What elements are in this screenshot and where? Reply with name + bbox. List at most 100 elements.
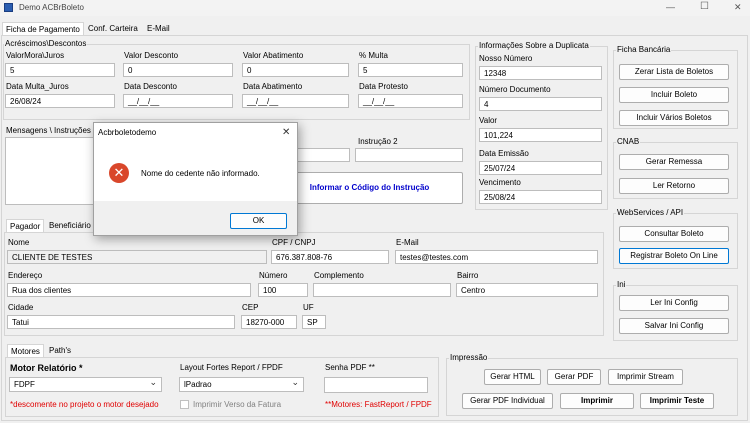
- cidade-label: Cidade: [8, 303, 34, 312]
- complemento-input[interactable]: [313, 283, 451, 297]
- ler-retorno-button[interactable]: Ler Retorno: [619, 178, 729, 194]
- data-protesto-label: Data Protesto: [359, 82, 408, 91]
- cnab-title: CNAB: [616, 137, 641, 146]
- registrar-boleto-button[interactable]: Registrar Boleto On Line: [619, 248, 729, 264]
- layout-select-value: lPadrao: [184, 380, 212, 389]
- bairro-input[interactable]: Centro: [456, 283, 598, 297]
- imprimir-button[interactable]: Imprimir: [560, 393, 634, 409]
- layout-select[interactable]: lPadrao ⌄: [179, 377, 304, 392]
- vencimento-label: Vencimento: [479, 178, 521, 187]
- senha-label: Senha PDF **: [325, 363, 375, 372]
- dialog-message: Nome do cedente não informado.: [141, 169, 260, 178]
- valor-abatimento-input[interactable]: 0: [242, 63, 349, 77]
- numero-label: Número: [259, 271, 288, 280]
- uf-label: UF: [303, 303, 314, 312]
- instrucao2-label: Instrução 2: [358, 137, 398, 146]
- data-abatimento-input[interactable]: __/__/__: [242, 94, 349, 108]
- cpf-input[interactable]: 676.387.808-76: [271, 250, 389, 264]
- numero-input[interactable]: 100: [258, 283, 308, 297]
- endereco-label: Endereço: [8, 271, 43, 280]
- app-icon: [4, 3, 13, 12]
- mensagens-label: Mensagens \ Instruções: [6, 126, 91, 135]
- data-multa-input[interactable]: 26/08/24: [5, 94, 115, 108]
- motor-note: *descomente no projeto o motor desejado: [10, 400, 159, 409]
- incluir-varios-button[interactable]: Incluir Vários Boletos: [619, 110, 729, 126]
- imprimir-verso-checkbox[interactable]: [180, 400, 189, 409]
- imprimir-teste-button[interactable]: Imprimir Teste: [640, 393, 714, 409]
- imprimir-stream-button[interactable]: Imprimir Stream: [608, 369, 683, 385]
- valor-mora-label: ValorMora\Juros: [6, 51, 65, 60]
- valor-label: Valor: [479, 116, 498, 125]
- maximize-icon[interactable]: ☐: [700, 1, 709, 12]
- vencimento-input[interactable]: 25/08/24: [479, 190, 602, 204]
- complemento-label: Complemento: [314, 271, 364, 280]
- numero-documento-input[interactable]: 4: [479, 97, 602, 111]
- cep-label: CEP: [242, 303, 259, 312]
- senha-note: **Motores: FastReport / FPDF: [325, 400, 432, 409]
- layout-label: Layout Fortes Report / FPDF: [180, 363, 283, 372]
- uf-input[interactable]: SP: [302, 315, 326, 329]
- gerar-remessa-button[interactable]: Gerar Remessa: [619, 154, 729, 170]
- gerar-html-button[interactable]: Gerar HTML: [484, 369, 541, 385]
- dialog-ok-button[interactable]: OK: [230, 213, 287, 229]
- nome-input[interactable]: CLIENTE DE TESTES: [7, 250, 267, 264]
- valor-abatimento-label: Valor Abatimento: [243, 51, 304, 60]
- tab-conf-carteira[interactable]: Conf. Carteira: [85, 22, 141, 35]
- data-desconto-label: Data Desconto: [124, 82, 177, 91]
- multa-label: % Multa: [359, 51, 388, 60]
- imprimir-verso-label: Imprimir Verso da Fatura: [193, 400, 282, 409]
- tab-motores[interactable]: Motores: [7, 344, 44, 357]
- tab-beneficiario[interactable]: Beneficiário: [46, 219, 94, 232]
- cidade-input[interactable]: Tatui: [7, 315, 235, 329]
- data-protesto-input[interactable]: __/__/__: [358, 94, 463, 108]
- consultar-boleto-button[interactable]: Consultar Boleto: [619, 226, 729, 242]
- email-label: E-Mail: [396, 238, 419, 247]
- tab-ficha-pagamento[interactable]: Ficha de Pagamento: [2, 22, 84, 35]
- error-dialog: Acbrboletodemo ✕ ✕ Nome do cedente não i…: [93, 122, 298, 236]
- gerar-pdf-individual-button[interactable]: Gerar PDF Individual: [462, 393, 553, 409]
- nosso-numero-input[interactable]: 12348: [479, 66, 602, 80]
- multa-input[interactable]: 5: [358, 63, 463, 77]
- gerar-pdf-button[interactable]: Gerar PDF: [547, 369, 601, 385]
- title-bar: Demo ACBrBoleto — ☐ ✕: [0, 0, 750, 16]
- data-emissao-input[interactable]: 25/07/24: [479, 161, 602, 175]
- chevron-down-icon: ⌄: [149, 377, 157, 387]
- chevron-down-icon: ⌄: [291, 377, 299, 387]
- zerar-lista-button[interactable]: Zerar Lista de Boletos: [619, 64, 729, 80]
- tab-email[interactable]: E-Mail: [144, 22, 173, 35]
- senha-input[interactable]: [324, 377, 428, 393]
- valor-input[interactable]: 101,224: [479, 128, 602, 142]
- impressao-title: Impressão: [449, 353, 489, 362]
- webservices-title: WebServices / API: [616, 208, 685, 217]
- cep-input[interactable]: 18270-000: [241, 315, 297, 329]
- valor-mora-input[interactable]: 5: [5, 63, 115, 77]
- close-icon[interactable]: ✕: [734, 2, 742, 13]
- tab-pagador[interactable]: Pagador: [6, 219, 45, 232]
- informar-instrucao-button[interactable]: Informar o Código do Instrução: [276, 172, 463, 204]
- endereco-input[interactable]: Rua dos clientes: [7, 283, 251, 297]
- incluir-boleto-button[interactable]: Incluir Boleto: [619, 87, 729, 103]
- motor-select[interactable]: FDPF ⌄: [9, 377, 162, 392]
- window-title: Demo ACBrBoleto: [19, 3, 84, 12]
- ler-ini-button[interactable]: Ler Ini Config: [619, 295, 729, 311]
- acrescimos-title: Acréscimos\Descontos: [4, 39, 88, 48]
- instrucao2-input[interactable]: [355, 148, 463, 162]
- ficha-bancaria-title: Ficha Bancária: [616, 45, 672, 54]
- salvar-ini-button[interactable]: Salvar Ini Config: [619, 318, 729, 334]
- dialog-title: Acbrboletodemo: [98, 128, 157, 137]
- tab-paths[interactable]: Path's: [46, 344, 74, 357]
- email-input[interactable]: testes@testes.com: [395, 250, 598, 264]
- valor-desconto-input[interactable]: 0: [123, 63, 233, 77]
- error-icon: ✕: [109, 163, 129, 183]
- data-emissao-label: Data Emissão: [479, 149, 529, 158]
- numero-documento-label: Número Documento: [479, 85, 551, 94]
- duplicata-title: Informações Sobre a Duplicata: [478, 41, 590, 50]
- minimize-icon[interactable]: —: [666, 2, 675, 12]
- bairro-label: Bairro: [457, 271, 479, 280]
- ini-title: Ini: [616, 280, 627, 289]
- data-abatimento-label: Data Abatimento: [243, 82, 303, 91]
- data-desconto-input[interactable]: __/__/__: [123, 94, 233, 108]
- dialog-close-icon[interactable]: ✕: [282, 127, 290, 138]
- motor-select-value: FDPF: [14, 380, 35, 389]
- nome-label: Nome: [8, 238, 30, 247]
